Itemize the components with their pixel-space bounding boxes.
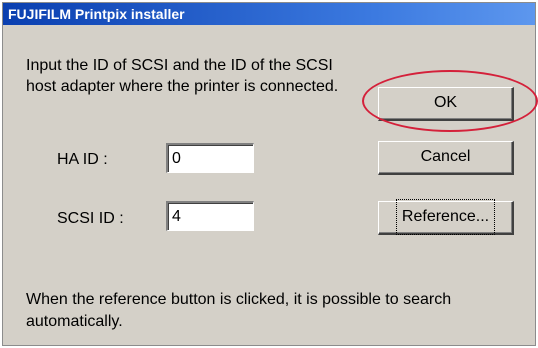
footer-text: When the reference button is clicked, it… bbox=[26, 289, 526, 333]
footer-line-2: automatically. bbox=[26, 313, 123, 330]
instruction-text: Input the ID of SCSI and the ID of the S… bbox=[26, 55, 386, 97]
scsi-id-label: SCSI ID : bbox=[57, 210, 124, 227]
ha-id-input[interactable] bbox=[166, 143, 254, 173]
cancel-button[interactable]: Cancel bbox=[378, 141, 514, 175]
scsi-id-input[interactable] bbox=[166, 201, 254, 231]
installer-dialog: FUJIFILM Printpix installer Input the ID… bbox=[2, 2, 536, 346]
cancel-button-label: Cancel bbox=[420, 148, 471, 165]
instruction-line-1: Input the ID of SCSI and the ID of the S… bbox=[26, 57, 333, 74]
window-title: FUJIFILM Printpix installer bbox=[3, 3, 535, 25]
footer-line-1: When the reference button is clicked, it… bbox=[26, 291, 452, 308]
instruction-line-2: host adapter where the printer is connec… bbox=[26, 78, 339, 95]
reference-button-label: Reference... bbox=[395, 199, 496, 235]
ha-id-label: HA ID : bbox=[57, 151, 108, 168]
ok-button[interactable]: OK bbox=[378, 87, 514, 121]
ok-button-label: OK bbox=[433, 94, 458, 111]
reference-button[interactable]: Reference... bbox=[378, 199, 514, 235]
